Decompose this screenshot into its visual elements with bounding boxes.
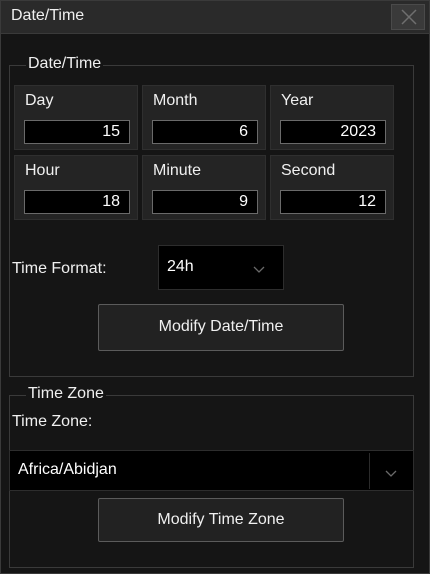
hour-value: 18	[102, 193, 120, 210]
timezone-value: Africa/Abidjan	[18, 461, 117, 478]
day-value: 15	[102, 123, 120, 140]
second-label: Second	[281, 162, 336, 179]
hour-label: Hour	[25, 162, 60, 179]
time-format-label: Time Format:	[12, 260, 107, 277]
year-cell: Year 2023	[270, 85, 394, 150]
chevron-down-icon	[253, 261, 265, 279]
minute-cell: Minute 9	[142, 155, 266, 220]
datetime-group: Date/Time Day 15 Month 6 Year 2023 Hour …	[9, 55, 414, 377]
modify-timezone-label: Modify Time Zone	[157, 511, 285, 528]
year-label: Year	[281, 92, 314, 109]
modify-datetime-button[interactable]: Modify Date/Time	[98, 304, 344, 351]
day-label: Day	[25, 92, 54, 109]
window-title: Date/Time	[11, 7, 85, 24]
timezone-select[interactable]: Africa/Abidjan	[9, 450, 414, 491]
datetime-group-title: Date/Time	[26, 55, 104, 73]
time-format-value: 24h	[167, 258, 194, 275]
minute-input[interactable]: 9	[152, 190, 258, 214]
day-cell: Day 15	[14, 85, 138, 150]
day-input[interactable]: 15	[24, 120, 130, 144]
second-input[interactable]: 12	[280, 190, 386, 214]
timezone-label: Time Zone:	[12, 413, 93, 430]
month-value: 6	[239, 123, 248, 140]
second-cell: Second 12	[270, 155, 394, 220]
chevron-down-icon	[385, 465, 397, 483]
modify-timezone-button[interactable]: Modify Time Zone	[98, 498, 344, 542]
time-format-select[interactable]: 24h	[158, 245, 284, 290]
minute-label: Minute	[153, 162, 202, 179]
title-bar: Date/Time	[1, 1, 429, 34]
year-input[interactable]: 2023	[280, 120, 386, 144]
month-cell: Month 6	[142, 85, 266, 150]
modify-datetime-label: Modify Date/Time	[158, 318, 284, 335]
minute-value: 9	[239, 193, 248, 210]
select-divider	[369, 453, 370, 489]
timezone-group: Time Zone Time Zone: Africa/Abidjan Modi…	[9, 385, 414, 568]
timezone-group-title: Time Zone	[26, 385, 106, 403]
date-time-window: Date/Time Date/Time Day 15 Month 6 Year …	[0, 0, 430, 574]
second-value: 12	[358, 193, 376, 210]
year-value: 2023	[340, 123, 376, 140]
close-button[interactable]	[391, 4, 425, 30]
hour-input[interactable]: 18	[24, 190, 130, 214]
month-label: Month	[153, 92, 198, 109]
month-input[interactable]: 6	[152, 120, 258, 144]
hour-cell: Hour 18	[14, 155, 138, 220]
